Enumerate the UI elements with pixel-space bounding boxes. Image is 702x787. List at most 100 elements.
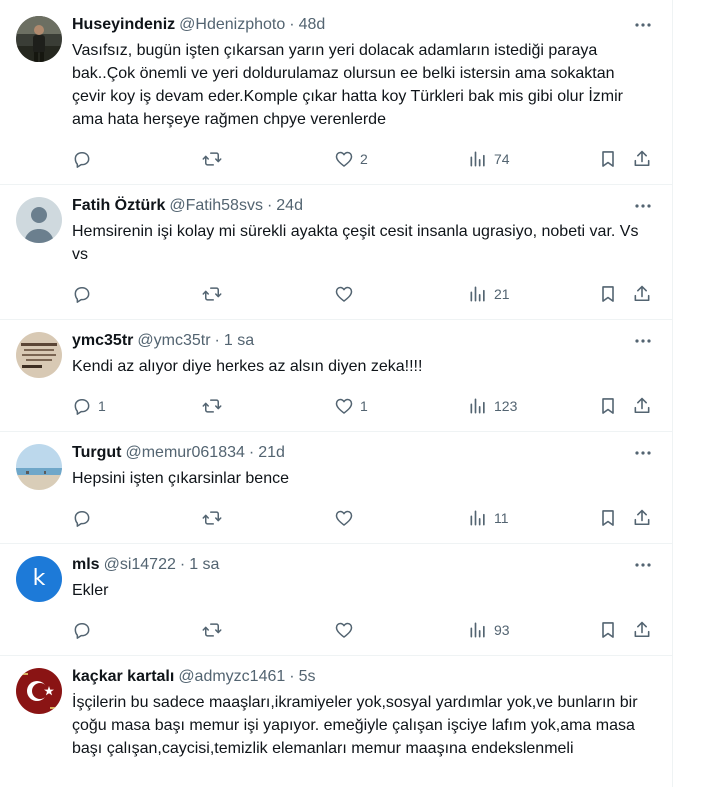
avatar[interactable] — [16, 668, 62, 714]
timestamp[interactable]: 5s — [299, 666, 316, 688]
share-button[interactable] — [632, 283, 652, 305]
bar-chart-icon — [470, 286, 485, 302]
tweet-text: Hepsini işten çıkarsinlar bence — [72, 470, 289, 487]
heart-icon — [335, 286, 353, 302]
tweet[interactable]: ymc35tr @ymc35tr · 1 sa Kendi az alıyor … — [0, 320, 672, 432]
user-handle[interactable]: @si14722 — [104, 554, 176, 576]
like-button[interactable] — [334, 507, 360, 529]
timestamp[interactable]: 21d — [258, 442, 285, 464]
display-name[interactable]: ymc35tr — [72, 330, 133, 352]
views-button[interactable]: 123 — [468, 395, 517, 417]
action-bar: 2 74 — [72, 148, 660, 170]
timestamp[interactable]: 24d — [276, 195, 303, 217]
like-button[interactable] — [334, 283, 360, 305]
more-options-icon[interactable] — [634, 197, 652, 215]
tweet[interactable]: Turgut @memur061834 · 21d Hepsini işten … — [0, 432, 672, 544]
reply-button[interactable] — [72, 507, 98, 529]
views-button[interactable]: 93 — [468, 619, 510, 641]
avatar[interactable] — [16, 444, 62, 490]
timestamp[interactable]: 1 sa — [189, 554, 219, 576]
share-button[interactable] — [632, 148, 652, 170]
view-count: 123 — [494, 398, 518, 414]
user-handle[interactable]: @Fatih58svs — [169, 195, 263, 217]
user-handle[interactable]: @ymc35tr — [137, 330, 210, 352]
timestamp[interactable]: 1 sa — [224, 330, 254, 352]
tweet-text: Kendi az alıyor diye herkes az alsın diy… — [72, 358, 423, 375]
like-button[interactable]: 2 — [334, 148, 368, 170]
column-divider — [672, 0, 673, 787]
retweet-button[interactable] — [202, 283, 222, 305]
share-button[interactable] — [632, 507, 652, 529]
bookmark-button[interactable] — [598, 148, 618, 170]
retweet-button[interactable] — [202, 619, 222, 641]
avatar[interactable] — [16, 16, 62, 62]
tweet[interactable]: kaçkar kartalı @admyzc1461 · 5s İşçileri… — [0, 656, 672, 787]
bookmark-button[interactable] — [598, 283, 618, 305]
views-button[interactable]: 21 — [468, 283, 510, 305]
retweet-icon — [202, 399, 222, 413]
retweet-button[interactable] — [202, 507, 222, 529]
share-icon — [634, 150, 650, 167]
tweet-header: Fatih Öztürk @Fatih58svs · 24d — [72, 195, 303, 217]
avatar[interactable]: k — [16, 556, 62, 602]
more-options-icon[interactable] — [634, 332, 652, 350]
tweet-text: Vasıfsız, bugün işten çıkarsan yarın yer… — [72, 42, 628, 128]
views-button[interactable]: 11 — [468, 507, 509, 529]
action-bar: 21 — [72, 283, 660, 305]
separator-dot: · — [289, 668, 295, 685]
reply-button[interactable] — [72, 148, 98, 170]
display-name[interactable]: Fatih Öztürk — [72, 195, 165, 217]
display-name[interactable]: Huseyindeniz — [72, 14, 175, 36]
reply-button[interactable]: 1 — [72, 395, 106, 417]
heart-icon — [335, 510, 353, 526]
tweet-header: mls @si14722 · 1 sa — [72, 554, 219, 576]
tweet-header: Turgut @memur061834 · 21d — [72, 442, 285, 464]
share-button[interactable] — [632, 619, 652, 641]
like-button[interactable] — [334, 619, 360, 641]
more-options-icon[interactable] — [634, 556, 652, 574]
separator-dot: · — [248, 444, 255, 461]
tweet[interactable]: k mls @si14722 · 1 sa Ekler 93 — [0, 544, 672, 656]
share-icon — [634, 285, 650, 302]
view-count: 11 — [494, 510, 509, 526]
avatar[interactable] — [16, 332, 62, 378]
reply-button[interactable] — [72, 283, 98, 305]
separator-dot: · — [289, 16, 295, 33]
views-button[interactable]: 74 — [468, 148, 510, 170]
heart-icon — [335, 151, 353, 167]
tweet-header: Huseyindeniz @Hdenizphoto · 48d — [72, 14, 325, 36]
avatar-photo-person — [16, 16, 62, 62]
user-handle[interactable]: @Hdenizphoto — [179, 14, 285, 36]
reply-icon — [74, 511, 90, 527]
share-button[interactable] — [632, 395, 652, 417]
like-button[interactable]: 1 — [334, 395, 368, 417]
avatar-text-image — [16, 332, 62, 378]
more-options-icon[interactable] — [634, 444, 652, 462]
display-name[interactable]: mls — [72, 554, 100, 576]
heart-icon — [335, 622, 353, 638]
separator-dot: · — [266, 197, 273, 214]
bar-chart-icon — [470, 510, 485, 526]
bookmark-icon — [602, 151, 614, 167]
share-icon — [634, 621, 650, 638]
reply-icon — [74, 152, 90, 168]
bookmark-button[interactable] — [598, 507, 618, 529]
avatar[interactable] — [16, 197, 62, 243]
bookmark-icon — [602, 398, 614, 414]
bookmark-button[interactable] — [598, 619, 618, 641]
tweet[interactable]: Fatih Öztürk @Fatih58svs · 24d Hemsireni… — [0, 185, 672, 320]
heart-icon — [335, 398, 353, 414]
display-name[interactable]: kaçkar kartalı — [72, 666, 174, 688]
view-count: 74 — [494, 151, 510, 167]
reply-button[interactable] — [72, 619, 98, 641]
avatar-beach — [16, 444, 62, 490]
retweet-button[interactable] — [202, 148, 222, 170]
user-handle[interactable]: @memur061834 — [125, 442, 244, 464]
timestamp[interactable]: 48d — [299, 14, 326, 36]
tweet[interactable]: Huseyindeniz @Hdenizphoto · 48d Vasıfsız… — [0, 4, 672, 185]
bookmark-button[interactable] — [598, 395, 618, 417]
retweet-button[interactable] — [202, 395, 222, 417]
display-name[interactable]: Turgut — [72, 442, 121, 464]
more-options-icon[interactable] — [634, 16, 652, 34]
user-handle[interactable]: @admyzc1461 — [178, 666, 285, 688]
